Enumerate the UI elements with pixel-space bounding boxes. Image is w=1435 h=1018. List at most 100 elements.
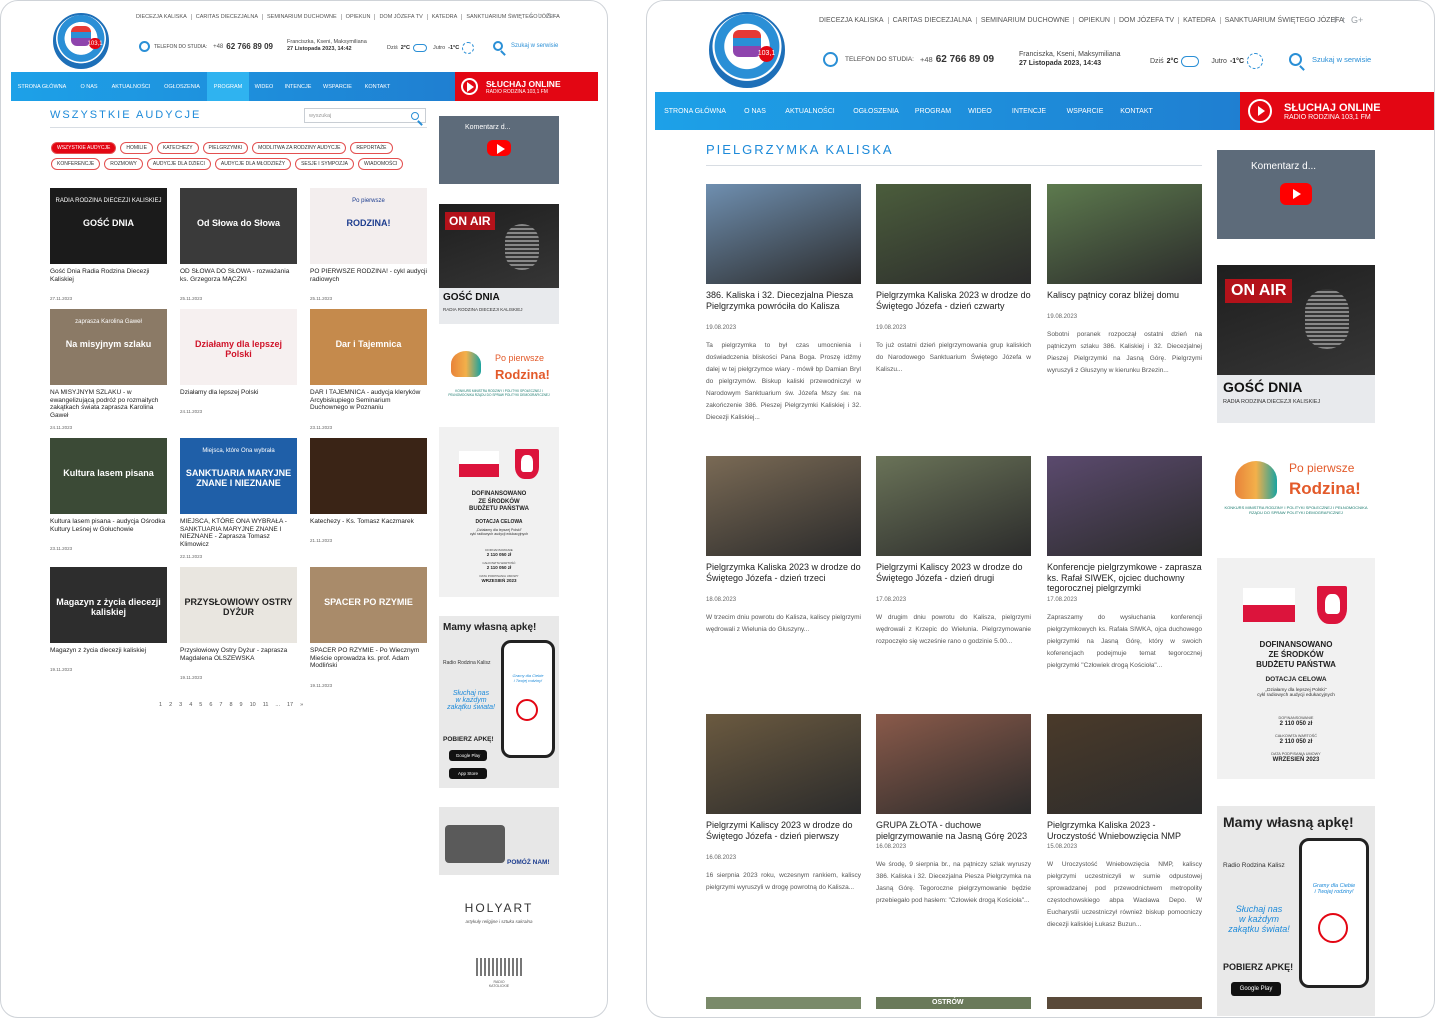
article-photo[interactable] xyxy=(706,184,861,284)
page-link[interactable]: 17 xyxy=(287,702,293,708)
nav-item[interactable]: KONTAKT xyxy=(358,72,397,101)
article-card[interactable]: Pielgrzymka Kaliska 2023 w drodze do Świ… xyxy=(876,184,1031,444)
broadcast-title[interactable]: NA MISYJNYM SZLAKU - w ewangelizującą po… xyxy=(50,389,167,420)
nav-item[interactable]: INTENCJE xyxy=(1001,92,1057,130)
sidebar-help[interactable]: POMÓŻ NAM! xyxy=(439,807,559,875)
article-card[interactable]: Konferencje pielgrzymkowe - zaprasza ks.… xyxy=(1047,456,1202,716)
broadcast-thumbnail[interactable]: Od Słowa do Słowa xyxy=(180,188,297,264)
sidebar-video[interactable]: Komentarz d... xyxy=(439,116,559,184)
page-link[interactable]: 9 xyxy=(240,702,243,708)
holyart-logo[interactable]: HOLYART artykuły religijne i sztuka sakr… xyxy=(439,901,559,924)
listen-online-button[interactable]: SŁUCHAJ ONLINE RADIO RODZINA 103,1 FM xyxy=(455,72,598,101)
broadcast-title[interactable]: Magazyn z życia diecezji kaliskiej xyxy=(50,647,167,655)
top-link[interactable]: SEMINARIUM DUCHOWNE xyxy=(977,17,1075,24)
page-link[interactable]: 2 xyxy=(169,702,172,708)
sidebar-gosc-dnia[interactable]: ON AIR GOŚĆ DNIA RADIA RODZINA DIECEZJI … xyxy=(439,204,559,324)
category-tag[interactable]: ROZMOWY xyxy=(104,158,143,170)
nav-item[interactable]: INTENCJE xyxy=(279,72,317,101)
broadcast-card[interactable]: RADIA RODZINA DIECEZJI KALISKIEJ GOŚĆ DNI… xyxy=(50,188,167,303)
listen-online-button[interactable]: SŁUCHAJ ONLINE RADIO RODZINA 103,1 FM xyxy=(1240,92,1434,130)
broadcast-thumbnail[interactable]: zaprasza Karolina Gaweł Na misyjnym szlak… xyxy=(50,309,167,385)
article-photo[interactable] xyxy=(1047,456,1202,556)
broadcast-title[interactable]: PO PIERWSZE RODZINA! - cykl audycji radi… xyxy=(310,268,427,283)
page-link[interactable]: » xyxy=(300,702,303,708)
category-tag[interactable]: WSZYSTKIE AUDYCJE xyxy=(51,142,117,154)
top-link[interactable]: SEMINARIUM DUCHOWNE xyxy=(263,14,342,20)
broadcast-card[interactable]: Po pierwsze RODZINA! PO PIERWSZE RODZINA! … xyxy=(310,188,427,303)
broadcast-thumbnail[interactable]: Dar i Tajemnica xyxy=(310,309,427,385)
site-search-link[interactable]: Szukaj w serwisie xyxy=(493,41,558,51)
broadcast-title[interactable]: Katechezy - Ks. Tomasz Kaczmarek xyxy=(310,518,427,526)
nav-item[interactable]: STRONA GŁÓWNA xyxy=(11,72,73,101)
app-play-icon[interactable] xyxy=(1318,913,1348,943)
nav-item[interactable]: KONTAKT xyxy=(1113,92,1160,130)
broadcast-title[interactable]: Działamy dla lepszej Polski xyxy=(180,389,297,397)
article-title[interactable]: Pielgrzymi Kaliscy 2023 w drodze do Świę… xyxy=(876,562,1031,583)
category-tag[interactable]: REPORTAŻE xyxy=(350,142,393,154)
broadcast-card[interactable]: Katechezy - Ks. Tomasz Kaczmarek 21.11.20… xyxy=(310,438,427,553)
category-tag[interactable]: SESJE I SYMPOZJA xyxy=(295,158,355,170)
article-title[interactable]: 386. Kaliska i 32. Diecezjalna Piesza Pi… xyxy=(706,290,861,311)
broadcast-thumbnail[interactable]: Kultura lasem pisana xyxy=(50,438,167,514)
broadcast-thumbnail[interactable] xyxy=(310,438,427,514)
more-thumb-3[interactable] xyxy=(1047,997,1202,1009)
youtube-play-icon[interactable] xyxy=(487,140,511,156)
page-link[interactable]: 3 xyxy=(179,702,182,708)
sidebar-video[interactable]: Komentarz d... xyxy=(1217,150,1375,239)
sidebar-app[interactable]: Mamy własną apkę! Radio Rodzina Kalisz S… xyxy=(1217,806,1375,1016)
page-link[interactable]: 1 xyxy=(159,702,162,708)
article-title[interactable]: Pielgrzymka Kaliska 2023 - Uroczystość W… xyxy=(1047,820,1202,841)
twitter-icon[interactable]: t xyxy=(538,13,540,20)
category-tag[interactable]: WIADOMOŚCI xyxy=(358,158,404,170)
top-link[interactable]: DOM JÓZEFA TV xyxy=(375,14,428,20)
broadcast-card[interactable]: zaprasza Karolina Gaweł Na misyjnym szlak… xyxy=(50,309,167,430)
youtube-play-icon[interactable] xyxy=(1280,183,1312,205)
broadcast-title[interactable]: MIEJSCA, KTÓRE ONA WYBRAŁA - SANKTUARIA … xyxy=(180,518,297,549)
sidebar-po-pierwsze-rodzina[interactable]: Po pierwsze Rodzina! KONKURS MINISTRA RO… xyxy=(439,341,559,409)
category-tag[interactable]: PIELGRZYMKI xyxy=(202,142,249,154)
article-photo[interactable] xyxy=(1047,184,1202,284)
article-card[interactable]: Pielgrzymi Kaliscy 2023 w drodze do Świę… xyxy=(706,714,861,974)
broadcast-title[interactable]: SPACER PO RZYMIE - Po Wiecznym Mieście o… xyxy=(310,647,427,670)
broadcast-card[interactable]: Magazyn z życia diecezji kaliskiej Magazy… xyxy=(50,567,167,682)
page-link[interactable]: 8 xyxy=(229,702,232,708)
radio-rodzina-logo[interactable]: 103,1 xyxy=(709,12,785,88)
broadcast-card[interactable]: SPACER PO RZYMIE SPACER PO RZYMIE - Po Wi… xyxy=(310,567,427,688)
article-photo[interactable] xyxy=(876,714,1031,814)
broadcast-title[interactable]: Przysłowiowy Ostry Dyżur - zaprasza Magd… xyxy=(180,647,297,662)
google-play-button[interactable]: Google Play xyxy=(1231,982,1281,996)
broadcast-card[interactable]: Działamy dla lepszej Polski Działamy dla … xyxy=(180,309,297,424)
article-card[interactable]: GRUPA ZŁOTA - duchowe pielgrzymowanie na… xyxy=(876,714,1031,974)
top-link[interactable]: CARITAS DIECEZJALNA xyxy=(889,17,977,24)
top-link[interactable]: OPIEKUN xyxy=(342,14,376,20)
category-tag[interactable]: MODLITWA ZA RODZINY AUDYCJE xyxy=(252,142,347,154)
article-title[interactable]: Konferencje pielgrzymkowe - zaprasza ks.… xyxy=(1047,562,1202,594)
broadcast-title[interactable]: OD SŁOWA DO SŁOWA - rozważania ks. Grzeg… xyxy=(180,268,297,283)
nav-item[interactable]: O NAS xyxy=(735,92,775,130)
page-link[interactable]: 4 xyxy=(189,702,192,708)
nav-item[interactable]: O NAS xyxy=(73,72,105,101)
sidebar-po-pierwsze-rodzina[interactable]: Po pierwsze Rodzina! KONKURS MINISTRA RO… xyxy=(1217,449,1375,529)
page-link[interactable]: 10 xyxy=(250,702,256,708)
nav-item[interactable]: STRONA GŁÓWNA xyxy=(655,92,735,130)
article-title[interactable]: Pielgrzymka Kaliska 2023 w drodze do Świ… xyxy=(706,562,861,583)
google-plus-icon[interactable]: G+ xyxy=(1351,15,1363,25)
broadcast-thumbnail[interactable]: Po pierwsze RODZINA! xyxy=(310,188,427,264)
article-photo[interactable] xyxy=(876,456,1031,556)
broadcast-title[interactable]: Gość Dnia Radia Rodzina Diecezji Kaliski… xyxy=(50,268,167,283)
article-card[interactable]: Pielgrzymka Kaliska 2023 - Uroczystość W… xyxy=(1047,714,1202,974)
app-play-icon[interactable] xyxy=(516,699,538,721)
sidebar-dofinansowano[interactable]: DOFINANSOWANO ZE ŚRODKÓW BUDŻETU PAŃSTWA… xyxy=(1217,558,1375,779)
broadcast-thumbnail[interactable]: Działamy dla lepszej Polski xyxy=(180,309,297,385)
nav-item[interactable]: PROGRAM xyxy=(207,72,249,101)
broadcast-card[interactable]: PRZYSŁOWIOWY OSTRY DYŻUR Przysłowiowy Ost… xyxy=(180,567,297,682)
category-tag[interactable]: KONFERENCJE xyxy=(51,158,101,170)
article-photo[interactable] xyxy=(706,714,861,814)
category-tag[interactable]: KATECHEZY xyxy=(156,142,199,154)
nav-item[interactable]: WIDEO xyxy=(959,92,1001,130)
sidebar-gosc-dnia[interactable]: ON AIR GOŚĆ DNIA RADIA RODZINA DIECEZJI … xyxy=(1217,265,1375,423)
broadcast-thumbnail[interactable]: RADIA RODZINA DIECEZJI KALISKIEJ GOŚĆ DNI… xyxy=(50,188,167,264)
broadcast-card[interactable]: Miejsca, które Ona wybrała SANKTUARIA MAR… xyxy=(180,438,297,559)
broadcast-card[interactable]: Kultura lasem pisana Kultura lasem pisana… xyxy=(50,438,167,553)
phone-number[interactable]: 62 766 89 09 xyxy=(226,42,273,51)
